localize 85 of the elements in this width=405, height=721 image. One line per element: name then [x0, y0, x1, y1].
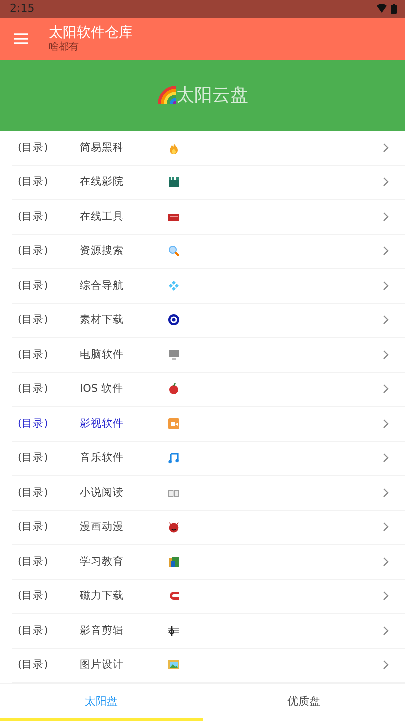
app-title: 太阳软件仓库 — [49, 24, 133, 42]
item-tag: (目录) — [18, 624, 80, 638]
item-tag: (目录) — [18, 278, 80, 293]
framed-picture-icon — [168, 659, 180, 672]
item-tag: (目录) — [18, 175, 80, 190]
music-note-icon — [168, 452, 180, 464]
chevron-right-icon — [383, 418, 389, 429]
item-name: 学习教育 — [80, 554, 125, 569]
chevron-right-icon — [383, 488, 389, 498]
chevron-right-icon — [383, 315, 389, 326]
chevron-right-icon — [383, 350, 389, 360]
battery-icon — [391, 4, 397, 14]
chevron-right-icon — [383, 212, 389, 222]
list-item[interactable]: (目录) 小说阅读 — [12, 476, 405, 511]
magnet-icon — [168, 590, 180, 602]
item-name: 电脑软件 — [80, 348, 125, 362]
item-tag: (目录) — [18, 589, 80, 604]
item-tag: (目录) — [18, 140, 80, 155]
list-item[interactable]: (目录) 电脑软件 — [12, 338, 405, 373]
item-name: 漫画动漫 — [80, 520, 125, 534]
chevron-right-icon — [383, 142, 389, 153]
item-tag: (目录) — [18, 658, 80, 672]
item-name: 资源搜索 — [80, 244, 125, 258]
item-name: 简易黑科 — [80, 140, 125, 155]
chevron-right-icon — [383, 626, 389, 636]
chevron-right-icon — [383, 177, 389, 188]
list-item[interactable]: (目录) 素材下载 — [12, 304, 405, 338]
monitor-icon — [168, 348, 180, 361]
apple-icon — [168, 383, 180, 396]
list-item[interactable]: (目录) 资源搜索 — [12, 234, 405, 270]
chevron-right-icon — [383, 280, 389, 291]
wifi-icon — [377, 4, 387, 14]
search-icon — [168, 245, 180, 258]
list-item[interactable]: (目录) 音乐软件 — [12, 442, 405, 476]
item-name: 在线工具 — [80, 210, 125, 224]
item-tag: (目录) — [18, 348, 80, 362]
item-tag: (目录) — [18, 210, 80, 224]
list-item[interactable]: (目录) 在线影院 — [12, 166, 405, 200]
item-tag: (目录) — [18, 313, 80, 328]
item-name: 影视软件 — [80, 416, 125, 431]
chevron-right-icon — [383, 522, 389, 532]
item-name: 图片设计 — [80, 658, 125, 672]
target-icon — [168, 314, 180, 326]
chevron-right-icon — [383, 556, 389, 567]
item-name: 综合导航 — [80, 278, 125, 293]
chevron-right-icon — [383, 453, 389, 464]
item-name: 素材下载 — [80, 313, 125, 328]
item-name: 在线影院 — [80, 175, 125, 190]
menu-icon[interactable] — [14, 32, 28, 45]
list-item[interactable]: (目录) 漫画动漫 — [12, 510, 405, 546]
item-tag: (目录) — [18, 554, 80, 569]
list-item[interactable]: (目录) 影视软件 — [12, 407, 405, 442]
list-item[interactable]: (目录) 图片设计 — [12, 648, 405, 684]
chevron-right-icon — [383, 591, 389, 602]
list-item[interactable]: (目录) 综合导航 — [12, 269, 405, 304]
item-name: 磁力下载 — [80, 589, 125, 604]
item-name: IOS 软件 — [80, 382, 124, 396]
flame-icon — [168, 142, 180, 154]
chevron-right-icon — [383, 660, 389, 670]
list-item[interactable]: (目录) IOS 软件 — [12, 372, 405, 408]
list-item[interactable]: (目录) 简易黑科 — [12, 131, 405, 166]
item-tag: (目录) — [18, 382, 80, 396]
music-score-icon — [168, 624, 180, 637]
item-tag: (目录) — [18, 486, 80, 500]
list-item[interactable]: (目录) 在线工具 — [12, 200, 405, 235]
diamond-dots-icon — [168, 280, 180, 292]
list-item[interactable]: (目录) 磁力下载 — [12, 580, 405, 614]
chevron-right-icon — [383, 246, 389, 256]
item-tag: (目录) — [18, 520, 80, 534]
chevron-right-icon — [383, 384, 389, 394]
item-name: 音乐软件 — [80, 451, 125, 466]
status-time: 2:15 — [10, 2, 35, 16]
app-subtitle: 啥都有 — [49, 42, 80, 54]
item-name: 影音剪辑 — [80, 624, 125, 638]
item-tag: (目录) — [18, 416, 80, 431]
item-tag: (目录) — [18, 244, 80, 258]
devil-icon — [168, 521, 180, 534]
rainbow-icon — [156, 85, 176, 106]
banner-title: 太阳云盘 — [176, 84, 248, 108]
list-item[interactable]: (目录) 影音剪辑 — [12, 614, 405, 649]
item-name: 小说阅读 — [80, 486, 125, 500]
item-tag: (目录) — [18, 451, 80, 466]
list-item[interactable]: (目录) 学习教育 — [12, 545, 405, 580]
video-camera-icon — [168, 418, 180, 430]
books-icon — [168, 556, 180, 568]
